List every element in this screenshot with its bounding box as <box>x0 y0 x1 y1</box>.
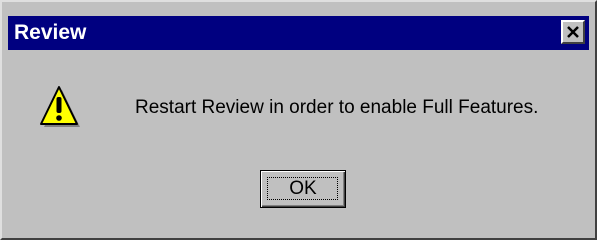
warning-icon <box>40 86 80 127</box>
ok-button[interactable]: OK <box>260 170 346 208</box>
title-bar[interactable]: Review <box>8 16 589 50</box>
ok-button-label: OK <box>289 178 317 199</box>
window-title: Review <box>14 21 87 44</box>
message-dialog: Review Restart Review in order to enable… <box>0 0 597 240</box>
dialog-message: Restart Review in order to enable Full F… <box>135 97 539 118</box>
close-button[interactable] <box>561 20 585 44</box>
close-icon <box>567 26 579 38</box>
